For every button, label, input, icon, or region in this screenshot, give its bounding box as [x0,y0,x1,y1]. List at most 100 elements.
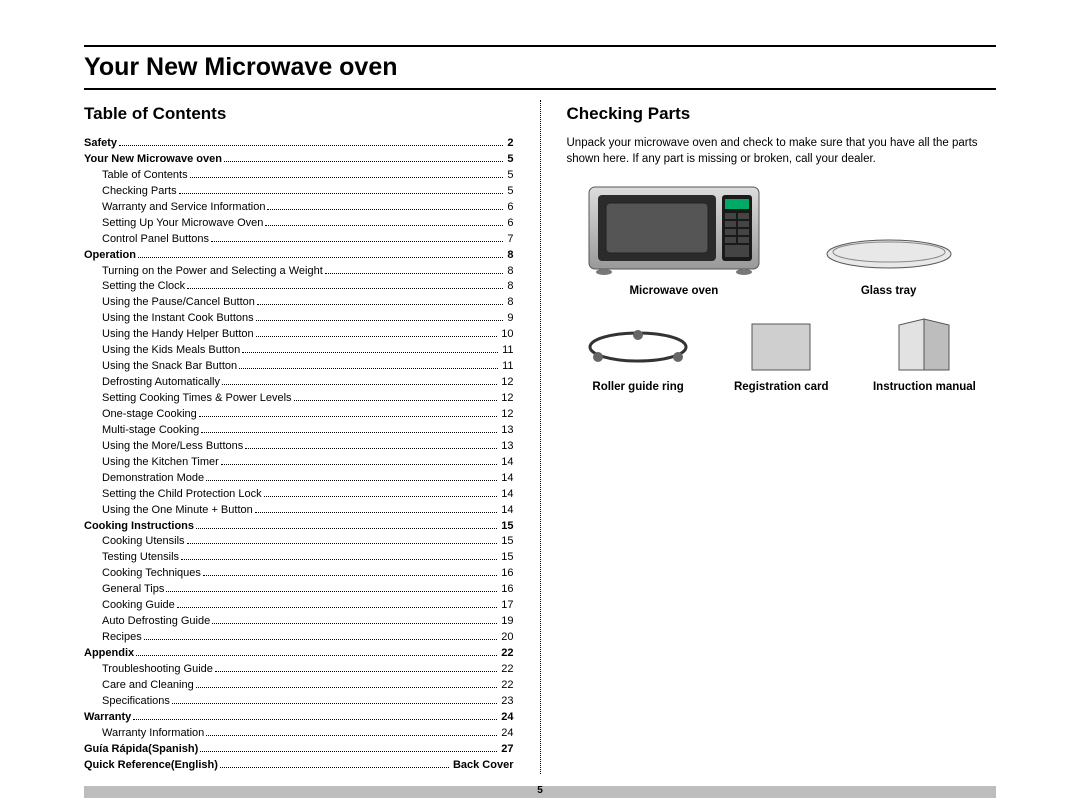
toc-page: 13 [499,423,513,439]
toc-label: Safety [84,136,117,152]
toc-page: Back Cover [451,758,514,774]
toc-page: 11 [500,343,513,359]
toc-label: Cooking Techniques [102,566,201,582]
toc-label: Auto Defrosting Guide [102,614,210,630]
toc-page: 13 [499,439,513,455]
toc-leader [224,154,503,162]
toc-page: 23 [499,694,513,710]
toc-page: 5 [505,152,513,168]
column-divider [540,100,541,774]
toc-label: Table of Contents [102,168,188,184]
toc-row: Using the Kids Meals Button 11 [84,343,514,359]
toc-row: Checking Parts 5 [84,184,514,200]
toc-label: Using the Kitchen Timer [102,455,219,471]
toc-row: Troubleshooting Guide22 [84,662,514,678]
toc-label: Checking Parts [102,184,177,200]
toc-page: 20 [499,630,513,646]
toc-label: Recipes [102,630,142,646]
toc-row: Using the Kitchen Timer14 [84,455,514,471]
toc-page: 5 [505,184,513,200]
toc-row: Recipes 20 [84,630,514,646]
toc-leader [264,489,498,497]
toc-page: 6 [505,200,513,216]
toc-leader [190,170,504,178]
toc-leader [220,760,449,768]
toc-page: 10 [499,327,513,343]
registration-card-icon [746,320,816,375]
toc-label: Using the More/Less Buttons [102,439,243,455]
toc-label: Setting the Clock [102,279,185,295]
part-instruction-manual: Instruction manual [853,315,996,393]
toc-leader [222,377,497,385]
toc-page: 14 [499,471,513,487]
toc-page: 12 [499,407,513,423]
toc-leader [203,569,497,577]
toc-label: Demonstration Mode [102,471,204,487]
toc-leader [201,425,497,433]
parts-heading: Checking Parts [567,104,997,124]
toc-row: Using the More/Less Buttons 13 [84,439,514,455]
toc-leader [256,314,504,322]
microwave-icon [584,179,764,279]
toc-row: Using the One Minute + Button14 [84,503,514,519]
toc-row: Specifications 23 [84,694,514,710]
toc-row: Control Panel Buttons7 [84,232,514,248]
toc-page: 2 [505,136,513,152]
toc-page: 5 [505,168,513,184]
toc-row: Cooking Utensils15 [84,534,514,550]
toc-row: Using the Handy Helper Button10 [84,327,514,343]
toc-label: One-stage Cooking [102,407,197,423]
toc-label: Guía Rápida(Spanish) [84,742,198,758]
toc-leader [294,393,498,401]
parts-intro: Unpack your microwave oven and check to … [567,136,997,167]
toc-page: 17 [499,598,513,614]
toc-label: Using the Kids Meals Button [102,343,240,359]
toc-label: Care and Cleaning [102,678,194,694]
toc-leader [200,744,497,752]
toc-label: Using the Instant Cook Buttons [102,311,254,327]
toc-leader [206,728,497,736]
toc-page: 8 [505,279,513,295]
toc-row: Appendix22 [84,646,514,662]
toc-row: Quick Reference(English)Back Cover [84,758,514,774]
toc-page: 15 [499,550,513,566]
toc-row: Guía Rápida(Spanish)27 [84,742,514,758]
toc-row: Safety 2 [84,136,514,152]
toc-label: Specifications [102,694,170,710]
toc-label: Cooking Utensils [102,534,185,550]
toc-row: Setting the Child Protection Lock14 [84,487,514,503]
toc-row: Warranty24 [84,710,514,726]
part-microwave: Microwave oven [567,179,782,297]
toc-row: Testing Utensils15 [84,550,514,566]
toc-leader [242,346,498,354]
toc-row: Cooking Techniques16 [84,566,514,582]
part-roller-ring: Roller guide ring [567,325,710,393]
toc-page: 16 [499,582,513,598]
toc-page: 19 [499,614,513,630]
toc-leader [211,234,503,242]
toc-label: Setting Up Your Microwave Oven [102,216,263,232]
toc-label: Cooking Guide [102,598,175,614]
registration-card-label: Registration card [734,381,829,393]
toc-label: Cooking Instructions [84,519,194,535]
toc-heading: Table of Contents [84,104,514,124]
toc-page: 6 [505,216,513,232]
toc-page: 22 [499,678,513,694]
toc-leader [133,712,497,720]
toc-leader [239,362,498,370]
toc-row: Auto Defrosting Guide 19 [84,614,514,630]
toc-row: Using the Pause/Cancel Button8 [84,295,514,311]
microwave-label: Microwave oven [629,285,718,297]
toc-page: 9 [505,311,513,327]
toc-leader [187,537,498,545]
toc-leader [256,330,498,338]
toc-label: Control Panel Buttons [102,232,209,248]
toc-row: Warranty and Service Information6 [84,200,514,216]
manual-icon [889,315,959,375]
part-glass-tray: Glass tray [781,229,996,297]
toc-leader [181,553,497,561]
toc-row: Demonstration Mode 14 [84,471,514,487]
toc-label: General Tips [102,582,164,598]
toc-page: 8 [505,264,513,280]
toc-row: Using the Snack Bar Button11 [84,359,514,375]
